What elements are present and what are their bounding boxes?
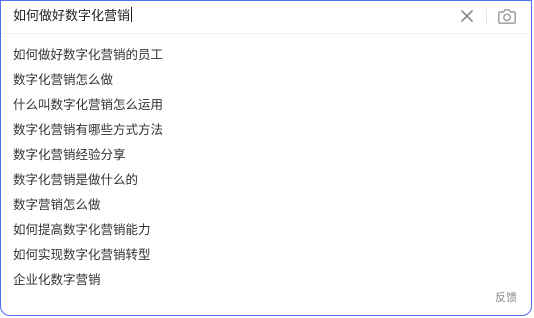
search-input[interactable]: 如何做好数字化营销 — [13, 7, 433, 27]
suggestion-item[interactable]: 如何实现数字化营销转型 — [1, 242, 531, 267]
image-search-button[interactable] — [497, 7, 517, 25]
feedback-link[interactable]: 反馈 — [495, 289, 517, 305]
suggestion-item[interactable]: 什么叫数字化营销怎么运用 — [1, 92, 531, 117]
suggestion-item[interactable]: 数字化营销经验分享 — [1, 142, 531, 167]
suggestion-item[interactable]: 如何做好数字化营销的员工 — [1, 42, 531, 67]
suggestion-item[interactable]: 如何提高数字化营销能力 — [1, 217, 531, 242]
suggestion-item[interactable]: 数字化营销有哪些方式方法 — [1, 117, 531, 142]
search-dropdown: 如何做好数字化营销 如何做好数字化营销的员工 数字化营销怎么做 什么叫数字化营销… — [0, 0, 532, 316]
suggestion-list: 如何做好数字化营销的员工 数字化营销怎么做 什么叫数字化营销怎么运用 数字化营销… — [1, 42, 531, 292]
search-query-text: 如何做好数字化营销 — [13, 9, 131, 24]
clear-button[interactable] — [459, 8, 475, 24]
text-caret — [131, 7, 133, 22]
camera-icon — [497, 7, 517, 25]
suggestion-item[interactable]: 数字化营销怎么做 — [1, 67, 531, 92]
search-input-row: 如何做好数字化营销 — [1, 1, 531, 34]
divider — [486, 9, 487, 25]
suggestion-item[interactable]: 企业化数字营销 — [1, 267, 531, 292]
suggestion-item[interactable]: 数字化营销是做什么的 — [1, 167, 531, 192]
suggestion-item[interactable]: 数字营销怎么做 — [1, 192, 531, 217]
close-icon — [459, 8, 475, 24]
